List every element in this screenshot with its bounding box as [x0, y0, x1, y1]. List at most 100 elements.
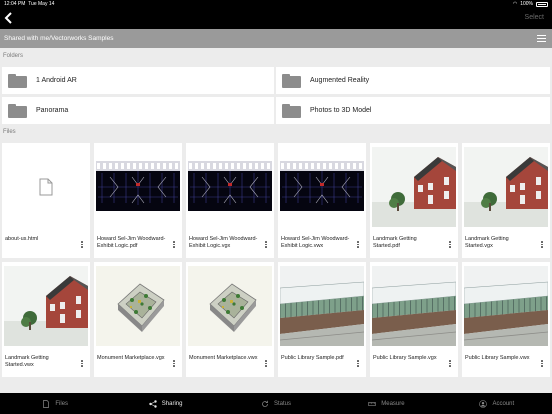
file-card[interactable]: about-us.html [2, 143, 90, 258]
more-options-icon[interactable] [173, 241, 175, 249]
file-name: Howard Sel-Jim Woodward-Exhibit Logic.vw… [281, 236, 350, 249]
file-thumbnail [372, 266, 456, 346]
tab-label: Measure [381, 400, 405, 407]
more-options-icon[interactable] [357, 360, 359, 368]
file-icon [43, 399, 50, 408]
status-bar: 12:04 PM Tue May 14 ◠ 100% [0, 0, 552, 9]
file-card[interactable]: Public Library Sample.vwx [462, 262, 550, 377]
file-card[interactable]: Howard Sel-Jim Woodward-Exhibit Logic.pd… [94, 143, 182, 258]
file-name: Monument Marketplace.vwx [189, 355, 258, 361]
monument-thumbnail [96, 266, 180, 346]
nav-bar: Select [0, 9, 552, 29]
file-card[interactable]: Landmark Getting Started.vwx [2, 262, 90, 377]
library-thumbnail [280, 266, 364, 346]
file-thumbnail [96, 266, 180, 346]
folder-name: Panorama [36, 107, 69, 114]
file-thumbnail [4, 147, 88, 227]
document-icon [39, 178, 53, 196]
file-card[interactable]: Landmark Getting Started.pdf [370, 143, 458, 258]
file-name: Monument Marketplace.vgx [97, 355, 165, 361]
folder-item[interactable]: Panorama [2, 97, 274, 124]
house-thumbnail [4, 266, 88, 346]
more-options-icon[interactable] [81, 360, 83, 368]
more-options-icon[interactable] [449, 360, 451, 368]
house-thumbnail [464, 147, 548, 227]
select-button[interactable]: Select [525, 14, 544, 21]
back-button[interactable] [4, 11, 16, 27]
file-thumbnail [280, 147, 364, 227]
status-time: 12:04 PM Tue May 14 [4, 1, 55, 7]
refresh-icon [262, 400, 268, 407]
file-name: Public Library Sample.vgx [373, 355, 437, 361]
path-label: Shared with me/Vectorworks Samples [4, 35, 114, 42]
more-options-icon[interactable] [449, 241, 451, 249]
tab-bar: Files Sharing Status Measure Account [0, 393, 552, 414]
tab-label: Status [274, 400, 292, 407]
battery-label: 100% [520, 1, 533, 7]
tab-sharing[interactable]: Sharing [110, 393, 220, 414]
more-options-icon[interactable] [173, 360, 175, 368]
library-thumbnail [372, 266, 456, 346]
path-bar: Shared with me/Vectorworks Samples [0, 29, 552, 48]
tab-label: Account [492, 400, 515, 407]
drawing-thumbnail [188, 161, 272, 211]
file-name: Landmark Getting Started.vwx [5, 355, 49, 368]
folder-item[interactable]: Photos to 3D Model [276, 97, 550, 124]
folder-item[interactable]: 1 Android AR [2, 67, 274, 94]
file-name: Public Library Sample.pdf [281, 355, 344, 361]
battery-icon [536, 2, 548, 7]
more-options-icon[interactable] [265, 360, 267, 368]
folder-icon [282, 103, 301, 118]
folder-icon [282, 73, 301, 88]
file-name: Howard Sel-Jim Woodward-Exhibit Logic.pd… [97, 236, 166, 249]
file-card[interactable]: Landmark Getting Started.vgx [462, 143, 550, 258]
files-heading: Files [3, 129, 16, 135]
more-options-icon[interactable] [265, 241, 267, 249]
file-card[interactable]: Howard Sel-Jim Woodward-Exhibit Logic.vg… [186, 143, 274, 258]
file-card[interactable]: Monument Marketplace.vgx [94, 262, 182, 377]
file-thumbnail [4, 266, 88, 346]
drawing-thumbnail [280, 161, 364, 211]
tab-measure[interactable]: Measure [331, 393, 441, 414]
file-thumbnail [372, 147, 456, 227]
file-card[interactable]: Monument Marketplace.vwx [186, 262, 274, 377]
folder-icon [8, 73, 27, 88]
list-view-icon[interactable] [537, 35, 546, 42]
file-thumbnail [188, 266, 272, 346]
person-icon [479, 399, 488, 408]
house-thumbnail [372, 147, 456, 227]
chevron-left-icon [4, 12, 12, 24]
file-thumbnail [464, 147, 548, 227]
file-card[interactable]: Howard Sel-Jim Woodward-Exhibit Logic.vw… [278, 143, 366, 258]
file-thumbnail [188, 147, 272, 227]
more-options-icon[interactable] [81, 241, 83, 249]
drawing-thumbnail [96, 161, 180, 211]
more-options-icon[interactable] [541, 241, 543, 249]
file-name: Howard Sel-Jim Woodward-Exhibit Logic.vg… [189, 236, 258, 249]
tab-account[interactable]: Account [442, 393, 552, 414]
wifi-icon: ◠ [512, 1, 518, 7]
ruler-icon [368, 401, 377, 406]
file-card[interactable]: Public Library Sample.vgx [370, 262, 458, 377]
file-card[interactable]: Public Library Sample.pdf [278, 262, 366, 377]
share-icon [149, 399, 157, 408]
file-name: Landmark Getting Started.vgx [465, 236, 509, 249]
file-name: Landmark Getting Started.pdf [373, 236, 417, 249]
folder-name: 1 Android AR [36, 77, 77, 84]
file-thumbnail [464, 266, 548, 346]
monument-thumbnail [188, 266, 272, 346]
tab-label: Sharing [161, 400, 183, 407]
tab-status[interactable]: Status [221, 393, 331, 414]
folder-name: Augmented Reality [310, 77, 370, 84]
folder-icon [8, 103, 27, 118]
folders-heading: Folders [3, 53, 24, 59]
library-thumbnail [464, 266, 548, 346]
tab-label: Files [55, 400, 69, 407]
tab-files[interactable]: Files [0, 393, 110, 414]
file-name: Public Library Sample.vwx [465, 355, 530, 361]
folder-name: Photos to 3D Model [310, 107, 372, 114]
more-options-icon[interactable] [357, 241, 359, 249]
file-thumbnail [280, 266, 364, 346]
folder-item[interactable]: Augmented Reality [276, 67, 550, 94]
more-options-icon[interactable] [541, 360, 543, 368]
